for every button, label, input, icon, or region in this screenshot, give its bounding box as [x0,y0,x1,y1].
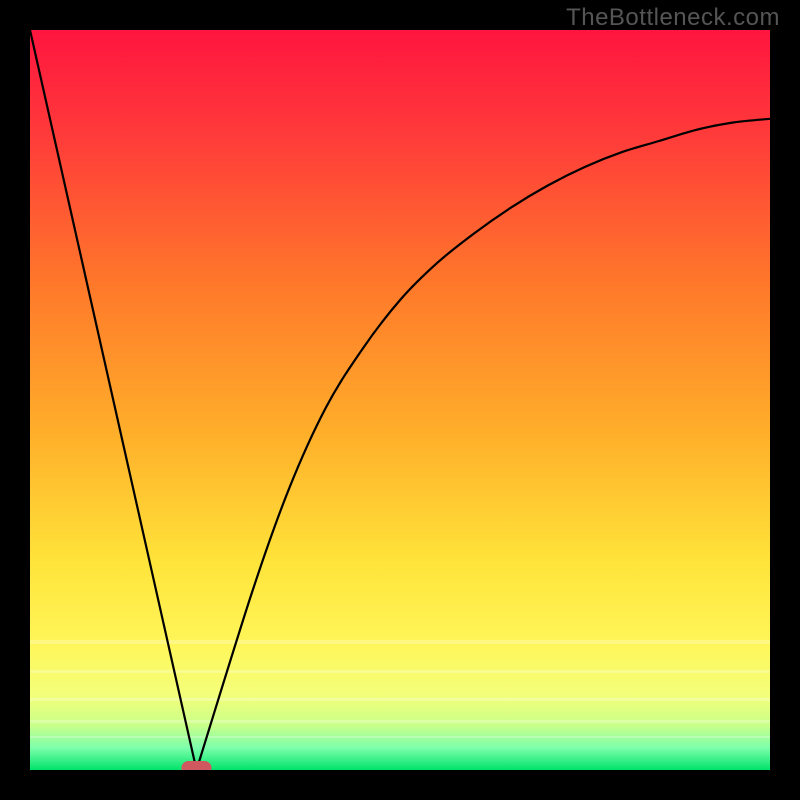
chart-frame: TheBottleneck.com [0,0,800,800]
optimum-marker [182,761,212,770]
watermark-label: TheBottleneck.com [566,4,780,32]
bottleneck-plot [30,30,770,770]
